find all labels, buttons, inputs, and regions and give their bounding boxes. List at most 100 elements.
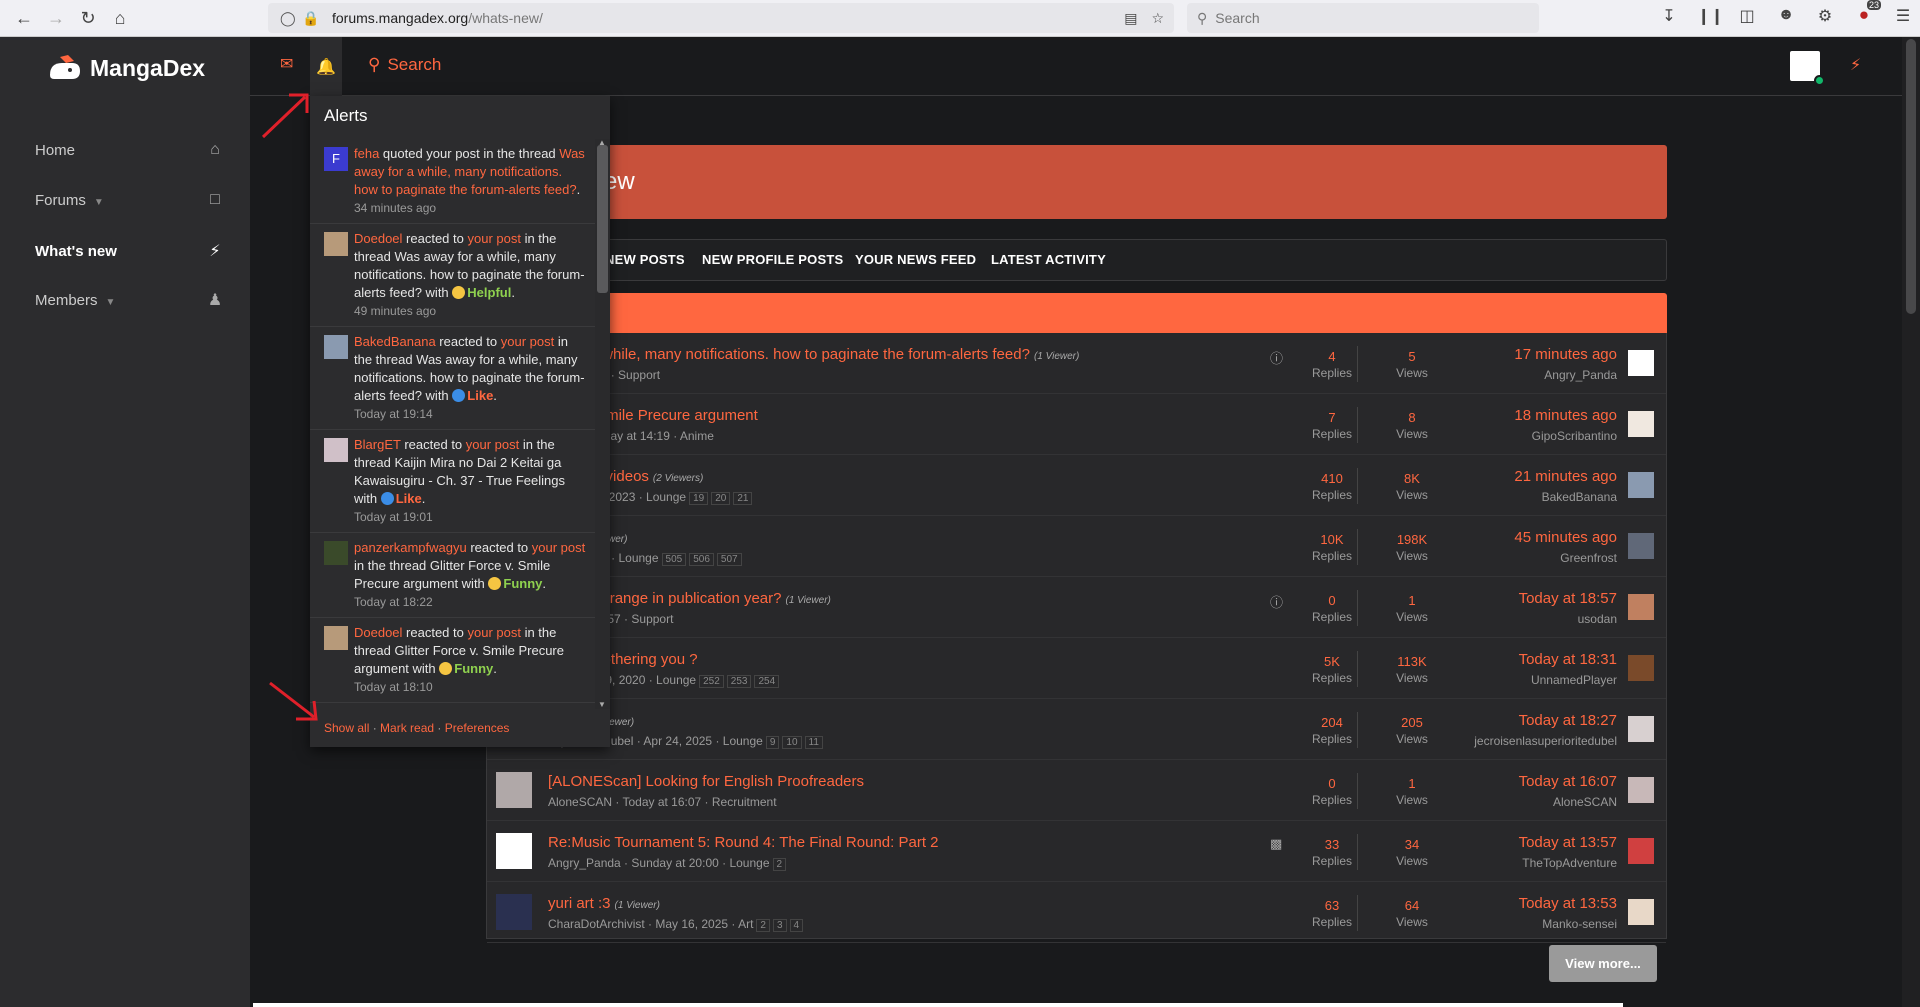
scrollbar-thumb[interactable] xyxy=(597,145,608,293)
last-post-user[interactable]: UnnamedPlayer xyxy=(1531,673,1617,687)
scrollbar-thumb[interactable] xyxy=(1906,39,1916,314)
tab-new-posts[interactable]: NEW POSTS xyxy=(605,252,685,267)
avatar[interactable] xyxy=(324,438,348,462)
avatar[interactable] xyxy=(1628,594,1654,620)
tab-new-profile-posts[interactable]: NEW PROFILE POSTS xyxy=(702,252,843,267)
alert-item[interactable]: Doedoel reacted to your post in the thre… xyxy=(310,618,595,703)
alert-thread-link[interactable]: Was away for a while, many notifications… xyxy=(354,146,585,197)
avatar[interactable] xyxy=(1790,51,1825,86)
alert-user-link[interactable]: panzerkampfwagyu xyxy=(354,540,467,555)
back-icon[interactable]: ← xyxy=(8,2,40,34)
bookmark-star-icon[interactable]: ☆ xyxy=(1151,10,1164,27)
alert-user-link[interactable]: BakedBanana xyxy=(354,334,436,349)
download-icon[interactable]: ↧ xyxy=(1658,6,1680,26)
last-post-time[interactable]: 45 minutes ago xyxy=(1514,529,1617,546)
page-jump-link[interactable]: 254 xyxy=(754,675,780,688)
avatar[interactable] xyxy=(1628,899,1654,925)
avatar[interactable] xyxy=(1628,716,1654,742)
page-jump-link[interactable]: 507 xyxy=(716,553,742,566)
mail-icon[interactable]: ✉ xyxy=(280,54,293,74)
alert-item[interactable]: F feha quoted your post in the thread Wa… xyxy=(310,139,595,224)
last-post-user[interactable]: usodan xyxy=(1578,612,1617,626)
menu-icon[interactable]: ☰ xyxy=(1892,6,1914,26)
avatar[interactable] xyxy=(1628,655,1654,681)
last-post-time[interactable]: 21 minutes ago xyxy=(1514,468,1617,485)
avatar[interactable] xyxy=(496,894,532,930)
table-row[interactable]: what's bothering you ? ter · May 19, 202… xyxy=(487,638,1666,699)
address-bar[interactable]: ◯ 🔒 forums.mangadex.org/whats-new/ ▤ ☆ xyxy=(268,3,1174,33)
avatar[interactable] xyxy=(324,335,348,359)
page-jump-link[interactable]: 21 xyxy=(733,492,753,505)
table-row[interactable]: search a range in publication year? (1 Vi… xyxy=(487,577,1666,638)
forward-icon[interactable]: → xyxy=(40,2,72,34)
avatar[interactable] xyxy=(324,541,348,565)
table-row[interactable]: youtube videos(2 Viewers) y · Mar 10, 20… xyxy=(487,455,1666,516)
page-jump-link[interactable]: 20 xyxy=(711,492,731,505)
table-row[interactable]: here(1 Viewer) pr 11, 2018 · Lounge50550… xyxy=(487,516,1666,577)
page-jump-link[interactable]: 9 xyxy=(765,736,780,749)
avatar[interactable] xyxy=(324,626,348,650)
avatar[interactable]: F xyxy=(324,147,348,171)
site-logo[interactable]: MangaDex xyxy=(46,53,205,83)
table-row[interactable]: Re:Music Tournament 5: Round 4: The Fina… xyxy=(487,821,1666,882)
avatar[interactable] xyxy=(1628,411,1654,437)
sidebar-icon[interactable]: ◫ xyxy=(1736,6,1758,26)
last-post-time[interactable]: Today at 13:57 xyxy=(1519,834,1617,851)
last-post-user[interactable]: GipoScribantino xyxy=(1532,429,1617,443)
page-jump-link[interactable]: 3 xyxy=(772,919,787,932)
browser-search-input[interactable]: ⚲ Search xyxy=(1187,3,1539,33)
alert-post-link[interactable]: your post xyxy=(532,540,585,555)
last-post-time[interactable]: 18 minutes ago xyxy=(1514,407,1617,424)
table-row[interactable]: gging(1 Viewer) superioritedubel · Apr 2… xyxy=(487,699,1666,760)
table-row[interactable]: yuri art :3 (1 Viewer) CharaDotArchivist … xyxy=(487,882,1666,943)
page-jump-link[interactable]: 2 xyxy=(772,858,787,871)
last-post-user[interactable]: Angry_Panda xyxy=(1544,368,1617,382)
thread-title-link[interactable]: yuri art :3 (1 Viewer) xyxy=(548,895,660,912)
page-jump-link[interactable]: 506 xyxy=(689,553,714,566)
page-jump-link[interactable]: 10 xyxy=(782,736,802,749)
page-jump-link[interactable]: 253 xyxy=(726,675,752,688)
alert-item[interactable]: BakedBanana reacted to your post in the … xyxy=(310,327,595,430)
alerts-scrollbar[interactable]: ▲ ▼ xyxy=(595,138,610,709)
page-jump-link[interactable]: 2 xyxy=(756,919,770,932)
ublock-icon[interactable]: ⚫ 23 xyxy=(1853,0,1881,26)
avatar[interactable] xyxy=(1628,533,1654,559)
thread-title-link[interactable]: [ALONEScan] Looking for English Proofrea… xyxy=(548,773,868,790)
chevron-down-icon[interactable]: ▼ xyxy=(598,700,606,709)
alert-item[interactable]: BlargET reacted to your post in the thre… xyxy=(310,430,595,533)
reload-icon[interactable]: ↻ xyxy=(72,2,104,34)
last-post-time[interactable]: Today at 18:31 xyxy=(1519,651,1617,668)
last-post-user[interactable]: jecroisenlasuperioritedubel xyxy=(1474,734,1617,748)
last-post-user[interactable]: AloneSCAN xyxy=(1553,795,1617,809)
avatar[interactable] xyxy=(1628,777,1654,803)
sidebar-item-home[interactable]: Home ⌂ xyxy=(35,141,225,159)
show-all-link[interactable]: Show all xyxy=(324,721,369,735)
library-icon[interactable]: ❙❙ xyxy=(1697,6,1724,26)
table-row[interactable]: ay for a while, many notifications. how … xyxy=(487,333,1666,394)
preferences-link[interactable]: Preferences xyxy=(445,721,510,735)
alerts-list[interactable]: F feha quoted your post in the thread Wa… xyxy=(310,139,595,709)
sidebar-item-whats-new[interactable]: What's new ⚡ xyxy=(35,241,225,261)
page-scrollbar[interactable] xyxy=(1902,37,1920,1007)
avatar[interactable] xyxy=(324,232,348,256)
alert-user-link[interactable]: feha xyxy=(354,146,379,161)
last-post-time[interactable]: Today at 16:07 xyxy=(1519,773,1617,790)
mark-read-link[interactable]: Mark read xyxy=(380,721,434,735)
extensions-icon[interactable]: ⚙ xyxy=(1814,6,1836,26)
avatar[interactable] xyxy=(1628,350,1654,376)
home-icon[interactable]: ⌂ xyxy=(104,2,136,34)
page-jump-link[interactable]: 11 xyxy=(804,736,823,749)
last-post-time[interactable]: Today at 13:53 xyxy=(1519,895,1617,912)
page-jump-link[interactable]: 505 xyxy=(661,553,687,566)
alert-post-link[interactable]: your post xyxy=(467,625,520,640)
account-icon[interactable]: ☻ xyxy=(1775,6,1797,26)
tab-your-news-feed[interactable]: YOUR NEWS FEED xyxy=(855,252,976,267)
last-post-user[interactable]: Greenfrost xyxy=(1560,551,1617,565)
bolt-icon[interactable]: ⚡ xyxy=(1850,55,1861,75)
avatar[interactable] xyxy=(1628,838,1654,864)
page-jump-link[interactable]: 252 xyxy=(699,675,724,688)
last-post-user[interactable]: Manko-sensei xyxy=(1542,917,1617,931)
alert-item[interactable]: panzerkampfwagyu reacted to your post in… xyxy=(310,533,595,618)
last-post-time[interactable]: 17 minutes ago xyxy=(1514,346,1617,363)
reader-view-icon[interactable]: ▤ xyxy=(1124,10,1137,27)
